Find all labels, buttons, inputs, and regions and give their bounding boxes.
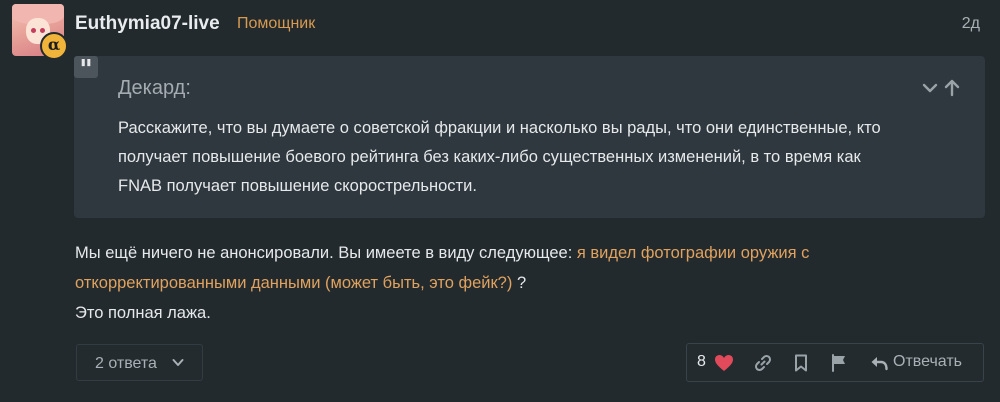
username-link[interactable]: Euthymia07-live — [75, 13, 220, 35]
post-actions: 8 Отвечать — [686, 343, 984, 382]
avatar-eye — [40, 28, 45, 33]
quote-author: Декард: — [118, 77, 191, 99]
bookmark-icon — [795, 354, 807, 372]
copy-link-button[interactable] — [749, 344, 779, 381]
post-text: Мы ещё ничего не анонсировали. Вы имеете… — [75, 244, 577, 262]
replies-label: 2 ответа — [95, 355, 157, 372]
post-link[interactable]: откорректированными данными (может быть,… — [75, 274, 512, 292]
chevron-down-icon[interactable] — [922, 78, 938, 98]
quote-icon: " — [74, 56, 98, 84]
flag-button[interactable] — [825, 344, 855, 381]
arrow-up-icon[interactable] — [944, 78, 960, 98]
like-count: 8 — [697, 353, 706, 370]
reply-icon — [871, 357, 888, 371]
heart-icon — [715, 355, 733, 371]
quote-line: получает повышение боевого рейтинга без … — [118, 148, 861, 166]
reply-button[interactable]: Отвечать — [865, 344, 981, 381]
quote-controls — [920, 78, 964, 98]
bookmark-button[interactable] — [787, 344, 815, 381]
user-badge-icon: α — [40, 32, 68, 60]
quote-text: Расскажите, что вы думаете о советской ф… — [118, 114, 968, 201]
flag-icon — [832, 354, 845, 372]
link-icon — [754, 354, 772, 372]
post-paragraph: Мы ещё ничего не анонсировали. Вы имеете… — [75, 238, 975, 268]
avatar-eye — [31, 28, 36, 33]
post-text: ? — [512, 274, 527, 292]
chevron-down-icon — [172, 359, 184, 366]
post-paragraph: Это полная лажа. — [75, 304, 211, 322]
post-paragraph: откорректированными данными (может быть,… — [75, 268, 975, 298]
reply-label: Отвечать — [893, 353, 963, 370]
show-replies-button[interactable]: 2 ответа — [76, 344, 203, 381]
like-button[interactable]: 8 — [687, 344, 745, 381]
post-date[interactable]: 2д — [962, 15, 980, 33]
quote-line: Расскажите, что вы думаете о советской ф… — [118, 119, 881, 137]
post-link[interactable]: я видел фотографии оружия с — [577, 244, 810, 262]
user-role-title: Помощник — [237, 15, 316, 32]
post-body: Мы ещё ничего не анонсировали. Вы имеете… — [75, 238, 975, 328]
quote-line: FNAB получает повышение скорострельности… — [118, 177, 477, 195]
